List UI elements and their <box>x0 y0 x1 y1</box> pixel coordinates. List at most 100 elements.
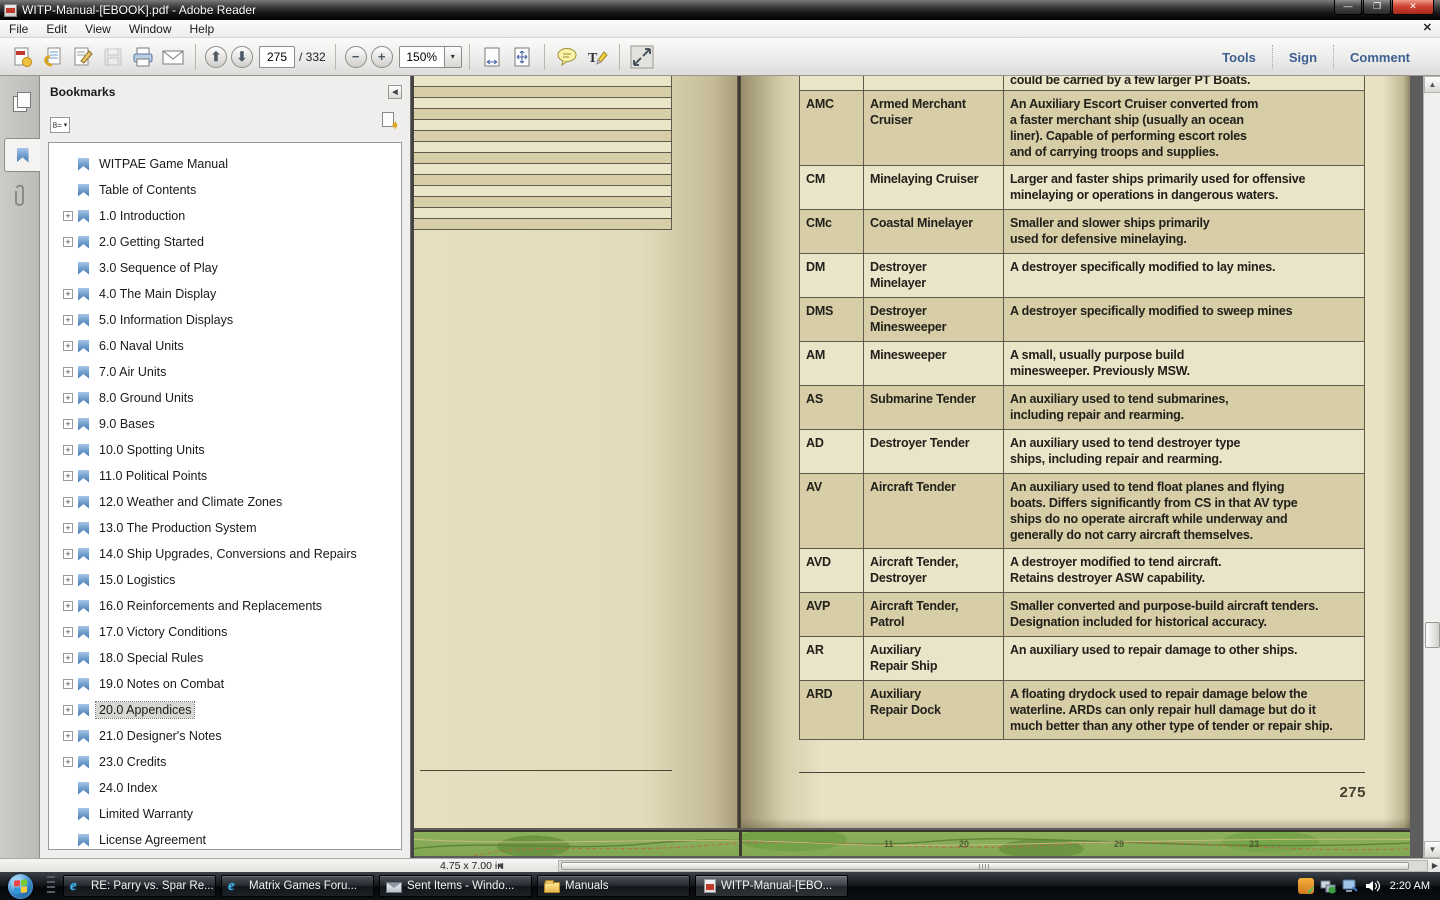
scroll-down-button[interactable]: ▼ <box>1424 841 1440 858</box>
bookmark-item[interactable]: + 15.0 Logistics <box>49 567 401 593</box>
menu-help[interactable]: Help <box>181 20 224 38</box>
start-button[interactable] <box>8 873 33 899</box>
taskbar-window-button[interactable]: e RE: Parry vs. Spar Re... <box>63 875 216 897</box>
bookmark-item[interactable]: + 23.0 Credits <box>49 749 401 775</box>
bookmarks-tab[interactable] <box>4 138 40 172</box>
zoom-dropdown-button[interactable]: ▾ <box>444 45 462 68</box>
new-bookmark-button[interactable]: ➧ <box>380 112 400 131</box>
collapse-panel-button[interactable]: ◀ <box>388 85 402 99</box>
bookmark-item[interactable]: + License Agreement <box>49 827 401 849</box>
expand-plus-icon[interactable]: + <box>63 341 73 351</box>
bookmark-item[interactable]: + WITPAE Game Manual <box>49 151 401 177</box>
bookmark-options-menu-button[interactable]: 8= ▾ <box>50 117 70 133</box>
expand-plus-icon[interactable]: + <box>63 575 73 585</box>
pdf-right-page[interactable]: could be carried by a few larger PT Boat… <box>741 76 1410 828</box>
close-button[interactable]: ✕ <box>1392 0 1434 15</box>
sticky-note-comment-icon[interactable] <box>554 44 580 70</box>
expand-plus-icon[interactable]: + <box>63 497 73 507</box>
zoom-out-button[interactable]: − <box>344 45 367 68</box>
bookmark-item[interactable]: + 18.0 Special Rules <box>49 645 401 671</box>
bookmark-item[interactable]: + 3.0 Sequence of Play <box>49 255 401 281</box>
taskbar-window-button[interactable]: Sent Items - Windo... <box>379 875 532 897</box>
bookmark-item[interactable]: + 11.0 Political Points <box>49 463 401 489</box>
highlight-text-icon[interactable]: T <box>584 44 610 70</box>
next-page-button[interactable]: ⬇ <box>231 45 253 68</box>
open-file-icon[interactable] <box>40 44 66 70</box>
menu-edit[interactable]: Edit <box>37 20 76 38</box>
expand-plus-icon[interactable]: + <box>63 627 73 637</box>
notification-app-icon[interactable] <box>1297 878 1316 897</box>
expand-plus-icon[interactable]: + <box>63 653 73 663</box>
bookmark-item[interactable]: + 7.0 Air Units <box>49 359 401 385</box>
sign-button[interactable]: Sign <box>1273 50 1333 65</box>
sign-document-icon[interactable] <box>70 44 96 70</box>
save-icon[interactable] <box>100 44 126 70</box>
bookmark-item[interactable]: + 17.0 Victory Conditions <box>49 619 401 645</box>
bookmark-item[interactable]: + 12.0 Weather and Climate Zones <box>49 489 401 515</box>
bookmark-item[interactable]: + 9.0 Bases <box>49 411 401 437</box>
horizontal-scrollbar-thumb[interactable] <box>561 862 1409 870</box>
bookmark-item[interactable]: + 1.0 Introduction <box>49 203 401 229</box>
bookmark-item[interactable]: + 6.0 Naval Units <box>49 333 401 359</box>
expand-plus-icon[interactable]: + <box>63 471 73 481</box>
expand-plus-icon[interactable]: + <box>63 367 73 377</box>
scroll-right-button[interactable]: ▶ <box>1432 861 1438 870</box>
attachments-tab[interactable] <box>4 180 38 214</box>
expand-plus-icon[interactable]: + <box>63 601 73 611</box>
toolbar-close-icon[interactable]: ✕ <box>1423 21 1432 34</box>
expand-plus-icon[interactable]: + <box>63 315 73 325</box>
email-icon[interactable] <box>160 44 186 70</box>
bookmark-item[interactable]: + 10.0 Spotting Units <box>49 437 401 463</box>
bookmark-item[interactable]: + 21.0 Designer's Notes <box>49 723 401 749</box>
menu-window[interactable]: Window <box>120 20 181 38</box>
bookmark-item[interactable]: + 4.0 The Main Display <box>49 281 401 307</box>
menu-view[interactable]: View <box>76 20 120 38</box>
restore-button[interactable]: ❐ <box>1363 0 1391 15</box>
expand-plus-icon[interactable]: + <box>63 445 73 455</box>
network-status-icon[interactable] <box>1320 878 1336 894</box>
expand-plus-icon[interactable]: + <box>63 549 73 559</box>
minimize-button[interactable]: — <box>1334 0 1362 15</box>
comment-button[interactable]: Comment <box>1334 50 1426 65</box>
taskbar-window-button[interactable]: Manuals <box>537 875 690 897</box>
previous-page-button[interactable]: ⬆ <box>205 45 227 68</box>
expand-plus-icon[interactable]: + <box>63 757 73 767</box>
bookmark-item[interactable]: + 14.0 Ship Upgrades, Conversions and Re… <box>49 541 401 567</box>
taskbar-window-button[interactable]: WITP-Manual-[EBO... <box>695 875 848 897</box>
print-icon[interactable] <box>130 44 156 70</box>
horizontal-scrollbar[interactable] <box>558 860 1428 872</box>
expand-plus-icon[interactable]: + <box>63 419 73 429</box>
expand-plus-icon[interactable]: + <box>63 289 73 299</box>
taskbar-window-button[interactable]: e Matrix Games Foru... <box>221 875 374 897</box>
bookmark-item[interactable]: + 24.0 Index <box>49 775 401 801</box>
pdf-left-page[interactable] <box>414 76 737 828</box>
expand-plus-icon[interactable]: + <box>63 393 73 403</box>
bookmark-item[interactable]: + 2.0 Getting Started <box>49 229 401 255</box>
bookmark-item[interactable]: + 5.0 Information Displays <box>49 307 401 333</box>
bookmark-item[interactable]: + Limited Warranty <box>49 801 401 827</box>
bookmark-item[interactable]: + 16.0 Reinforcements and Replacements <box>49 593 401 619</box>
create-pdf-icon[interactable] <box>10 44 36 70</box>
bookmark-item[interactable]: + 19.0 Notes on Combat <box>49 671 401 697</box>
taskbar-clock[interactable]: 2:20 AM <box>1390 880 1430 892</box>
vertical-scrollbar[interactable]: ▲ ▼ <box>1423 76 1440 858</box>
bookmark-item[interactable]: + 8.0 Ground Units <box>49 385 401 411</box>
volume-icon[interactable] <box>1364 878 1380 894</box>
fit-width-icon[interactable] <box>479 44 505 70</box>
page-thumbnails-tab[interactable] <box>4 84 38 118</box>
bookmark-item[interactable]: + 20.0 Appendices <box>49 697 401 723</box>
zoom-level-value[interactable]: 150% <box>398 45 445 68</box>
zoom-in-button[interactable]: + <box>370 45 393 68</box>
scroll-up-button[interactable]: ▲ <box>1424 76 1440 93</box>
page-number-input[interactable] <box>259 45 295 68</box>
vertical-scrollbar-thumb[interactable] <box>1425 622 1440 648</box>
expand-plus-icon[interactable]: + <box>63 211 73 221</box>
bookmark-item[interactable]: + Table of Contents <box>49 177 401 203</box>
tools-button[interactable]: Tools <box>1206 50 1272 65</box>
expand-plus-icon[interactable]: + <box>63 679 73 689</box>
expand-plus-icon[interactable]: + <box>63 523 73 533</box>
fit-page-icon[interactable] <box>509 44 535 70</box>
bookmark-item[interactable]: + 13.0 The Production System <box>49 515 401 541</box>
menu-file[interactable]: File <box>0 20 37 38</box>
expand-plus-icon[interactable]: + <box>63 731 73 741</box>
